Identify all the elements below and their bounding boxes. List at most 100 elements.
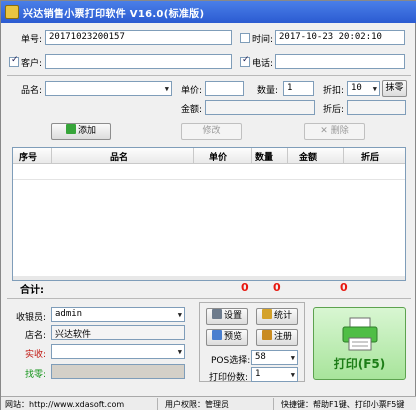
discounted-label: 折后: bbox=[323, 105, 345, 115]
store-label: 店名: bbox=[25, 331, 47, 341]
preview-button[interactable]: 预览 bbox=[206, 329, 248, 346]
time-label: 时间: bbox=[252, 35, 274, 45]
table-row[interactable] bbox=[13, 164, 405, 180]
preview-icon bbox=[211, 330, 222, 340]
received-label: 实收: bbox=[25, 350, 47, 360]
change-field[interactable] bbox=[51, 364, 185, 379]
phone-checkbox[interactable]: ✓ bbox=[240, 55, 250, 67]
chevron-down-icon: ▼ bbox=[372, 85, 377, 93]
chevron-down-icon: ▼ bbox=[177, 348, 182, 356]
window-title: 兴达销售小票打印软件 V16.0(标准版) bbox=[23, 9, 205, 20]
amount-label: 金额: bbox=[181, 105, 203, 115]
gear-icon bbox=[211, 309, 222, 319]
discounted-field[interactable] bbox=[347, 100, 406, 115]
cashier-value: admin bbox=[55, 309, 83, 319]
copies-label: 打印份数: bbox=[209, 373, 249, 383]
main-window: 兴达销售小票打印软件 V16.0(标准版) 单号: 20171023200157… bbox=[0, 0, 416, 410]
column-divider bbox=[287, 148, 288, 164]
qty-label: 数量: bbox=[257, 86, 279, 96]
change-label: 找零: bbox=[25, 370, 47, 380]
delete-button[interactable]: ✕ 删除 bbox=[304, 123, 365, 140]
total-discounted: 0 bbox=[340, 281, 348, 294]
copies-combo[interactable]: 1 ▼ bbox=[251, 367, 298, 382]
price-label: 单价: bbox=[181, 86, 203, 96]
column-divider bbox=[51, 148, 52, 164]
qty-field[interactable]: 1 bbox=[283, 81, 314, 96]
col-index: 序号 bbox=[19, 153, 38, 163]
time-checkbox[interactable] bbox=[240, 33, 250, 43]
status-bar: 网站：http://www.xdasoft.com 用户权限：管理员 快捷键：帮… bbox=[1, 396, 416, 410]
store-field[interactable]: 兴达软件 bbox=[51, 325, 185, 340]
col-price: 单价 bbox=[209, 153, 228, 163]
modify-button[interactable]: 修改 bbox=[181, 123, 242, 140]
status-divider bbox=[273, 398, 274, 410]
cashier-combo[interactable]: admin ▼ bbox=[51, 307, 185, 322]
table-header: 序号 品名 单价 数量 金额 折后 bbox=[13, 148, 405, 164]
column-divider bbox=[343, 148, 344, 164]
delete-button-label: 删除 bbox=[330, 126, 349, 136]
cashier-label: 收银员: bbox=[16, 313, 47, 323]
col-product: 品名 bbox=[110, 153, 129, 163]
separator bbox=[7, 298, 411, 299]
register-icon bbox=[261, 330, 272, 340]
customer-checkbox[interactable]: ✓ bbox=[9, 55, 19, 67]
stats-button[interactable]: 统计 bbox=[256, 308, 298, 325]
amount-field[interactable] bbox=[205, 100, 315, 115]
customer-label: 客户: bbox=[21, 59, 43, 69]
product-label: 品名: bbox=[21, 86, 43, 96]
stats-button-label: 统计 bbox=[273, 311, 292, 321]
erase-button[interactable]: 抹零 bbox=[382, 80, 407, 97]
status-divider bbox=[157, 398, 158, 410]
discount-label: 折扣: bbox=[323, 86, 345, 96]
items-table[interactable]: 序号 品名 单价 数量 金额 折后 bbox=[12, 147, 406, 281]
pos-value: 58 bbox=[255, 352, 266, 362]
add-button[interactable]: 添加 bbox=[51, 123, 111, 140]
total-amount: 0 bbox=[273, 281, 281, 294]
add-icon bbox=[65, 124, 76, 134]
printer-icon bbox=[342, 317, 378, 351]
print-button[interactable]: 打印(F5) bbox=[313, 307, 406, 380]
print-button-label: 打印(F5) bbox=[333, 357, 386, 371]
settings-button-label: 设置 bbox=[223, 311, 242, 321]
col-amount: 金额 bbox=[299, 153, 318, 163]
preview-button-label: 预览 bbox=[223, 332, 242, 342]
column-divider bbox=[251, 148, 252, 164]
settings-button[interactable]: 设置 bbox=[206, 308, 248, 325]
chevron-down-icon: ▼ bbox=[290, 371, 295, 379]
register-button[interactable]: 注册 bbox=[256, 329, 298, 346]
time-field[interactable]: 2017-10-23 20:02:10 bbox=[275, 30, 405, 45]
total-qty: 0 bbox=[241, 281, 249, 294]
totals-label: 合计: bbox=[20, 285, 44, 296]
pos-combo[interactable]: 58 ▼ bbox=[251, 350, 298, 365]
price-field[interactable] bbox=[205, 81, 244, 96]
separator bbox=[7, 75, 411, 76]
status-permission: 用户权限：管理员 bbox=[165, 400, 229, 409]
stats-icon bbox=[261, 309, 272, 319]
pos-label: POS选择: bbox=[211, 356, 251, 366]
horizontal-scrollbar[interactable] bbox=[13, 276, 405, 280]
register-button-label: 注册 bbox=[273, 332, 292, 342]
discount-value: 10 bbox=[351, 83, 362, 93]
status-website: 网站：http://www.xdasoft.com bbox=[5, 400, 125, 409]
chevron-down-icon: ▼ bbox=[177, 311, 182, 319]
chevron-down-icon: ▼ bbox=[290, 354, 295, 362]
status-shortcuts: 快捷键：帮助F1键、打印小票F5键 bbox=[281, 400, 405, 409]
col-qty: 数量 bbox=[255, 153, 274, 163]
add-button-label: 添加 bbox=[77, 126, 96, 136]
totals-bar: 合计: 0 0 0 bbox=[12, 281, 406, 296]
chevron-down-icon: ▼ bbox=[164, 85, 169, 93]
copies-value: 1 bbox=[255, 369, 261, 379]
discount-combo[interactable]: 10 ▼ bbox=[347, 81, 380, 96]
title-bar[interactable]: 兴达销售小票打印软件 V16.0(标准版) bbox=[1, 1, 416, 23]
product-combo[interactable]: ▼ bbox=[45, 81, 172, 96]
received-combo[interactable]: ▼ bbox=[51, 344, 185, 359]
column-divider bbox=[193, 148, 194, 164]
phone-field[interactable] bbox=[275, 54, 405, 69]
customer-field[interactable] bbox=[45, 54, 232, 69]
col-discounted: 折后 bbox=[361, 153, 380, 163]
app-icon bbox=[5, 5, 19, 19]
order-number-field[interactable]: 20171023200157 bbox=[45, 30, 232, 45]
order-label: 单号: bbox=[21, 35, 43, 45]
phone-label: 电话: bbox=[252, 59, 274, 69]
delete-icon: ✕ bbox=[320, 126, 328, 136]
